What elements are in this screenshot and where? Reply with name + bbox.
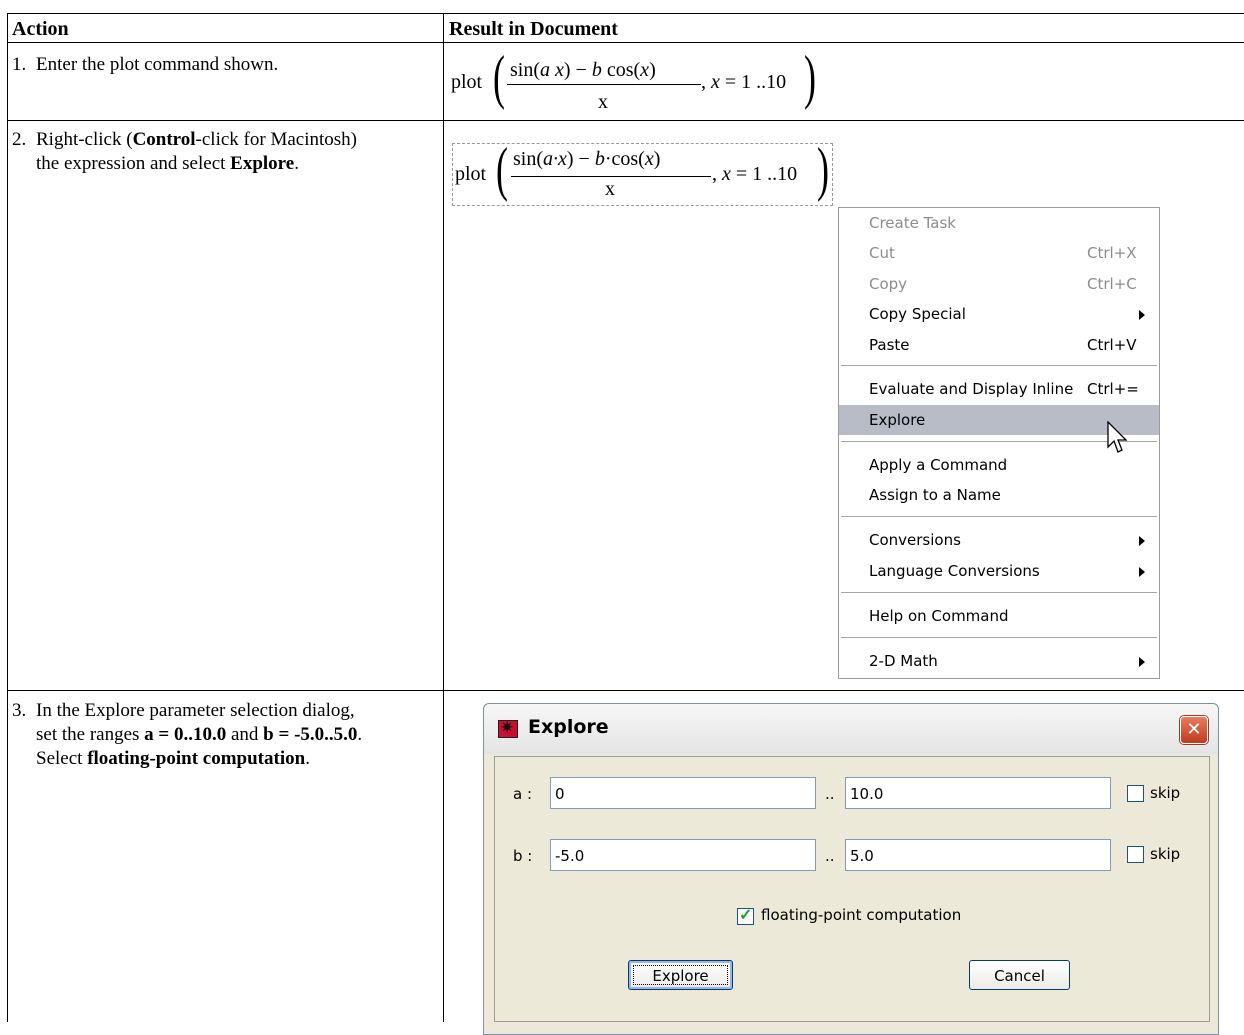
floating-point-checkbox[interactable] — [737, 905, 754, 925]
menu-item-copy[interactable]: Copy Ctrl+C — [839, 269, 1159, 299]
math2-left-paren: ( — [495, 136, 508, 202]
param-b-label: b : — [513, 847, 533, 865]
explore-button[interactable]: Explore — [628, 960, 733, 990]
param-a-to-input[interactable]: 10.0 — [845, 777, 1111, 809]
math2-fn: plot — [455, 163, 487, 185]
math2-right-paren: ) — [816, 136, 829, 202]
range-separator: .. — [825, 847, 835, 865]
dialog-title: Explore — [528, 716, 609, 738]
param-b-skip-label: skip — [1150, 845, 1181, 863]
floating-point-label: floating-point computation — [761, 906, 962, 924]
close-button[interactable]: ✕ — [1180, 716, 1208, 744]
step-1-line1: Enter the plot command shown. — [36, 54, 279, 75]
math1-range: , x = 1 ..10 — [701, 71, 787, 93]
menu-item-paste[interactable]: Paste Ctrl+V — [839, 330, 1159, 360]
dialog-title-bar: Explore ✕ — [484, 704, 1218, 754]
dialog-body: a : 0 .. 10.0 skip b : -5.0 .. 5.0 skip … — [494, 756, 1210, 1022]
header-action: Action — [12, 18, 69, 40]
table-top-border — [7, 13, 1244, 14]
submenu-arrow-icon — [1139, 310, 1145, 320]
row1-bottom-border — [7, 120, 1244, 121]
math2-denominator: x — [605, 178, 615, 200]
step-3-number: 3. — [12, 700, 27, 721]
step-2-number: 2. — [12, 129, 27, 150]
menu-separator — [841, 637, 1157, 638]
math2-range: , x = 1 ..10 — [712, 163, 798, 185]
menu-item-evaluate-inline[interactable]: Evaluate and Display Inline Ctrl+= — [839, 374, 1159, 404]
step-2-text: 2. Right-click (Control-click for Macinto… — [12, 129, 357, 174]
table-left-border — [7, 13, 8, 1022]
menu-item-language-conversions[interactable]: Language Conversions — [839, 556, 1159, 586]
step-3-text: 3. In the Explore parameter selection dia… — [12, 700, 363, 769]
param-b-skip-checkbox[interactable] — [1127, 846, 1144, 863]
menu-separator — [841, 592, 1157, 593]
menu-item-conversions[interactable]: Conversions — [839, 525, 1159, 555]
param-a-skip-label: skip — [1150, 784, 1181, 802]
param-a-label: a : — [513, 785, 533, 803]
range-separator: .. — [825, 785, 835, 803]
menu-item-copy-special[interactable]: Copy Special — [839, 299, 1159, 329]
menu-item-create-task[interactable]: Create Task — [839, 208, 1159, 238]
param-b-to-input[interactable]: 5.0 — [845, 839, 1111, 871]
param-a-from-input[interactable]: 0 — [550, 777, 816, 809]
menu-separator — [841, 516, 1157, 517]
cancel-button[interactable]: Cancel — [969, 960, 1070, 990]
mouse-cursor-icon — [1107, 421, 1128, 453]
math1-fraction-bar — [507, 84, 701, 85]
math1-numerator: sin(a x) − b cos(x) — [510, 59, 656, 81]
explore-dialog: Explore ✕ a : 0 .. 10.0 skip b : -5.0 ..… — [483, 703, 1219, 1035]
math1-left-paren: ( — [492, 44, 505, 110]
math1-denominator: x — [598, 91, 608, 113]
step-1-text: 1. Enter the plot command shown. — [12, 53, 278, 77]
submenu-arrow-icon — [1139, 567, 1145, 577]
menu-item-help-on-command[interactable]: Help on Command — [839, 601, 1159, 631]
column-divider — [443, 13, 444, 1022]
param-a-skip-checkbox[interactable] — [1127, 785, 1144, 802]
header-bottom-border — [7, 42, 1244, 43]
menu-item-assign-name[interactable]: Assign to a Name — [839, 480, 1159, 510]
math1-fn: plot — [451, 71, 483, 93]
header-result: Result in Document — [449, 18, 618, 40]
step-1-number: 1. — [12, 54, 27, 75]
math1-right-paren: ) — [803, 44, 816, 110]
menu-item-2d-math[interactable]: 2-D Math — [839, 646, 1159, 676]
math2-numerator: sin(a·x) − b·cos(x) — [513, 148, 661, 170]
menu-separator — [841, 365, 1157, 366]
submenu-arrow-icon — [1139, 657, 1145, 667]
maple-leaf-icon — [498, 718, 518, 738]
menu-item-cut[interactable]: Cut Ctrl+X — [839, 238, 1159, 268]
submenu-arrow-icon — [1139, 536, 1145, 546]
row2-bottom-border — [7, 690, 1244, 691]
param-b-from-input[interactable]: -5.0 — [550, 839, 816, 871]
math2-fraction-bar — [511, 176, 711, 177]
